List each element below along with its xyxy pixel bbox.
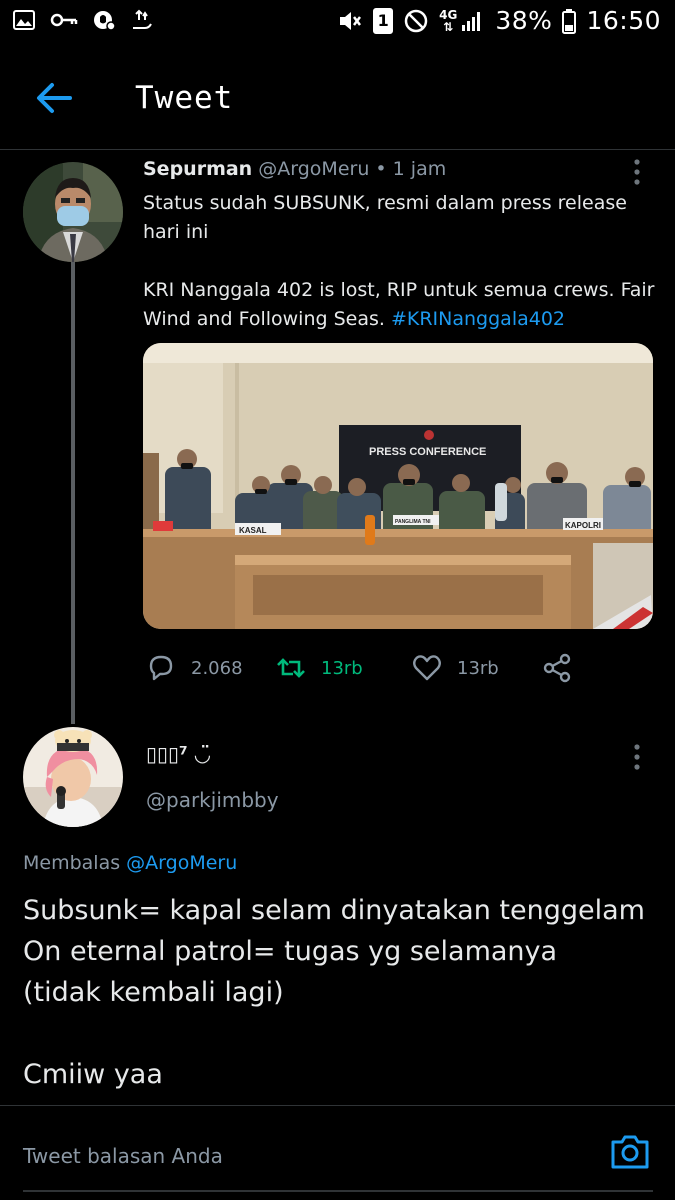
hand-upload-icon xyxy=(133,9,152,29)
share-icon xyxy=(543,653,571,683)
sim-badge: 1 xyxy=(373,7,394,34)
network-label: 4G xyxy=(439,7,458,22)
hashtag-link[interactable]: #KRINanggala402 xyxy=(391,308,565,330)
placard-mid: PANGLIMA TNI xyxy=(395,519,431,525)
header-separator: • xyxy=(369,158,393,180)
retweet-count: 13rb xyxy=(321,657,363,679)
dnd-icon xyxy=(404,9,428,32)
more-options-icon[interactable] xyxy=(630,157,644,187)
reply-composer: Tweet balasan Anda xyxy=(0,1105,675,1200)
back-arrow-icon[interactable] xyxy=(34,80,74,116)
tweet-text: Status sudah SUBSUNK, resmi dalam press … xyxy=(143,189,658,334)
reply-author-handle[interactable]: @parkjimbby xyxy=(146,788,279,812)
app-header: Tweet xyxy=(0,46,675,150)
tweet-time: 1 jam xyxy=(392,158,447,180)
clock: 16:50 xyxy=(586,6,661,35)
banner-text: PRESS CONFERENCE xyxy=(369,446,486,458)
replying-to-mention[interactable]: @ArgoMeru xyxy=(126,852,237,874)
composer-divider xyxy=(23,1190,653,1192)
network-type: 4G ⇅ xyxy=(439,9,457,33)
author-name[interactable]: Sepurman xyxy=(143,158,252,180)
data-arrows: ⇅ xyxy=(443,19,454,34)
reply-button[interactable]: 2.068 xyxy=(145,645,243,691)
reply-author-avatar[interactable] xyxy=(23,727,123,827)
replying-label: Membalas xyxy=(23,852,127,874)
camera-icon[interactable] xyxy=(609,1132,651,1172)
retweet-icon xyxy=(277,658,305,678)
reply-more-options-icon[interactable] xyxy=(630,742,644,772)
retweet-button[interactable]: 13rb xyxy=(275,645,363,691)
battery-icon xyxy=(562,8,577,34)
heart-icon xyxy=(413,655,441,681)
reply-text: Subsunk= kapal selam dinyatakan tenggela… xyxy=(23,895,645,1090)
placard-right: KAPOLRI xyxy=(565,521,601,530)
placard-left: KASAL xyxy=(239,526,267,535)
share-button[interactable] xyxy=(541,645,573,691)
status-left-icons xyxy=(12,8,154,32)
status-right-icons: 1 4G ⇅ 38% 16:50 xyxy=(337,6,661,35)
shield-icon xyxy=(94,11,116,31)
tweet-photo[interactable]: PRESS CONFERENCE KASAL PANGLIMA TNI KAPO… xyxy=(143,343,653,629)
battery-percent: 38% xyxy=(495,6,553,35)
thread-connector xyxy=(71,262,75,724)
author-handle[interactable]: @ArgoMeru xyxy=(258,158,369,180)
page-title: Tweet xyxy=(135,80,234,116)
gallery-icon xyxy=(13,10,35,30)
signal-icon xyxy=(462,11,481,31)
reply-input[interactable]: Tweet balasan Anda xyxy=(23,1144,223,1168)
reply-icon xyxy=(149,655,173,681)
like-count: 13rb xyxy=(457,657,499,679)
key-icon xyxy=(50,13,78,27)
reply-count: 2.068 xyxy=(191,657,243,679)
reply-author-name[interactable]: ▯▯▯⁷ ◡̈ xyxy=(146,742,210,766)
tweet-header: Sepurman @ArgoMeru • 1 jam xyxy=(143,158,446,180)
like-button[interactable]: 13rb xyxy=(411,645,499,691)
tweet-actions: 2.068 13rb 13rb xyxy=(143,645,653,691)
replying-to: Membalas @ArgoMeru xyxy=(23,852,237,874)
status-bar: 1 4G ⇅ 38% 16:50 xyxy=(0,0,675,46)
author-avatar[interactable] xyxy=(23,162,123,262)
mute-icon xyxy=(340,11,362,30)
